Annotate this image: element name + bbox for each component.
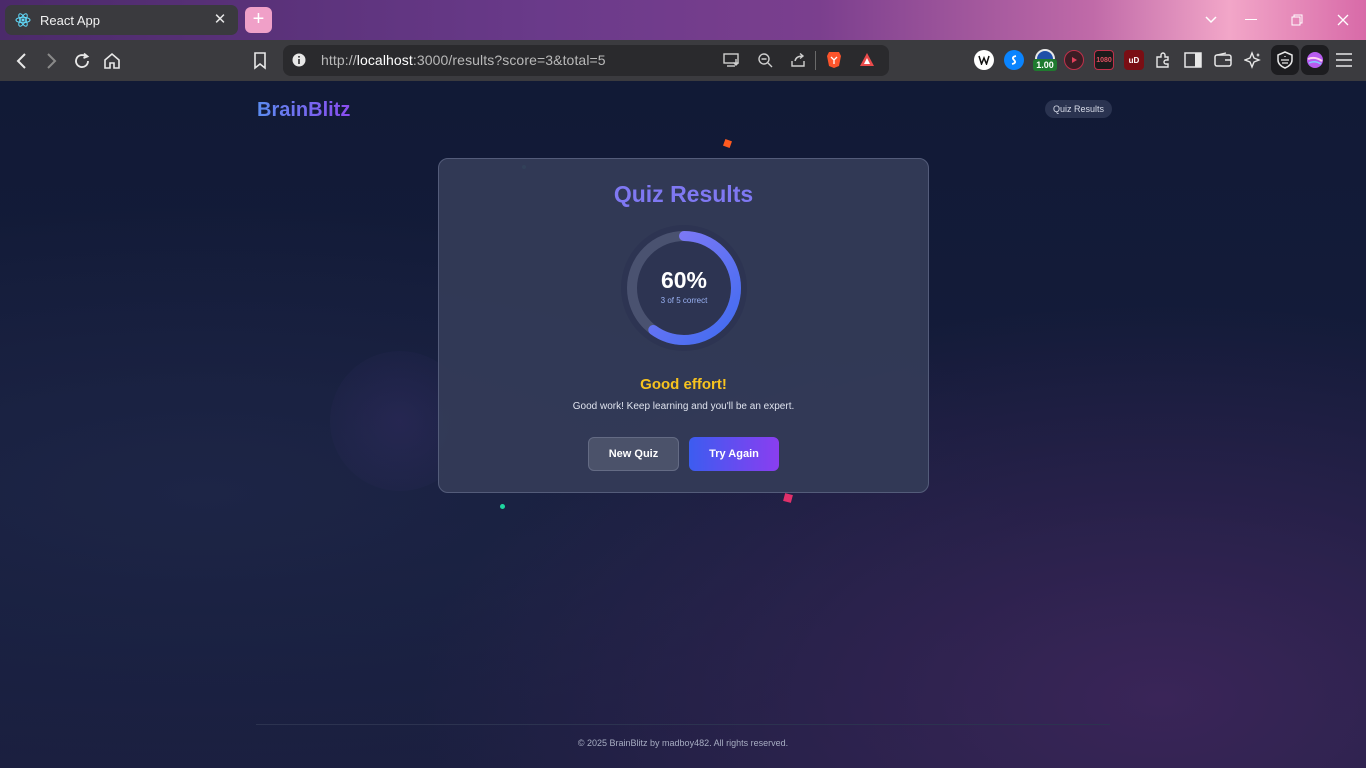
extension-speed-icon[interactable]: 1.00 [1033,46,1057,72]
score-percent: 60% [660,267,708,293]
url-text: http://localhost:3000/results?score=3&to… [321,52,606,68]
extension-shazam-icon[interactable] [1004,50,1024,70]
address-bar[interactable]: http://localhost:3000/results?score=3&to… [283,45,889,76]
new-tab-button[interactable]: + [245,7,272,33]
confetti-piece [783,493,793,503]
brave-rewards-icon[interactable] [859,52,875,73]
tab-close-icon[interactable]: ✕ [212,12,228,28]
browser-toolbar: http://localhost:3000/results?score=3&to… [0,40,1366,81]
home-icon[interactable] [99,48,125,74]
forward-icon[interactable] [38,48,64,74]
results-card: Quiz Results 60% 3 of 5 correct Good eff… [438,158,929,493]
reload-icon[interactable] [69,48,95,74]
results-title: Quiz Results [613,181,754,207]
tab-title: React App [40,12,100,28]
menu-icon[interactable] [1334,50,1354,70]
confetti-piece [500,504,505,509]
url-divider [815,51,816,70]
wallet-icon[interactable] [1213,50,1233,70]
confetti-piece [723,139,732,148]
install-app-icon[interactable] [723,53,741,72]
score-ring: 60% 3 of 5 correct [619,223,749,353]
browser-tab[interactable]: React App ✕ [5,5,238,35]
try-again-button[interactable]: Try Again [689,437,779,471]
react-icon [15,12,31,28]
vpn-shield-icon[interactable] [1271,45,1299,75]
profile-avatar-icon[interactable] [1301,45,1329,75]
nav-quiz-results[interactable]: Quiz Results [1045,100,1113,118]
extension-badge: 1.00 [1033,59,1057,71]
back-icon[interactable] [9,48,35,74]
share-icon[interactable] [790,52,806,73]
close-window-icon[interactable] [1321,0,1365,40]
minimize-icon[interactable] [1229,0,1273,40]
extension-resolution-icon[interactable]: 1080 [1094,50,1114,70]
ublock-icon[interactable]: uD [1124,50,1144,70]
extension-play-icon[interactable] [1064,50,1084,70]
bookmark-icon[interactable] [247,48,273,74]
result-message-title: Good effort! [640,376,727,393]
site-info-icon[interactable] [292,53,306,72]
extension-w-icon[interactable] [974,50,994,70]
new-quiz-button[interactable]: New Quiz [588,437,679,471]
score-detail: 3 of 5 correct [660,296,708,305]
brand-logo[interactable]: BrainBlitz [257,99,350,122]
extensions-puzzle-icon[interactable] [1153,50,1173,70]
zoom-icon[interactable] [757,52,773,73]
brave-shields-icon[interactable] [826,51,842,74]
footer-divider [256,724,1110,725]
page-content: BrainBlitz Quiz Results Quiz Results 60%… [0,81,1366,768]
footer-copyright: © 2025 BrainBlitz by madboy482. All righ… [577,738,789,748]
tab-search-chevron-icon[interactable] [1189,0,1233,40]
result-message-text: Good work! Keep learning and you'll be a… [572,401,795,412]
restore-icon[interactable] [1275,0,1319,40]
leo-ai-icon[interactable] [1243,50,1263,70]
sidebar-toggle-icon[interactable] [1183,50,1203,70]
browser-tab-strip: React App ✕ + [0,0,1366,40]
